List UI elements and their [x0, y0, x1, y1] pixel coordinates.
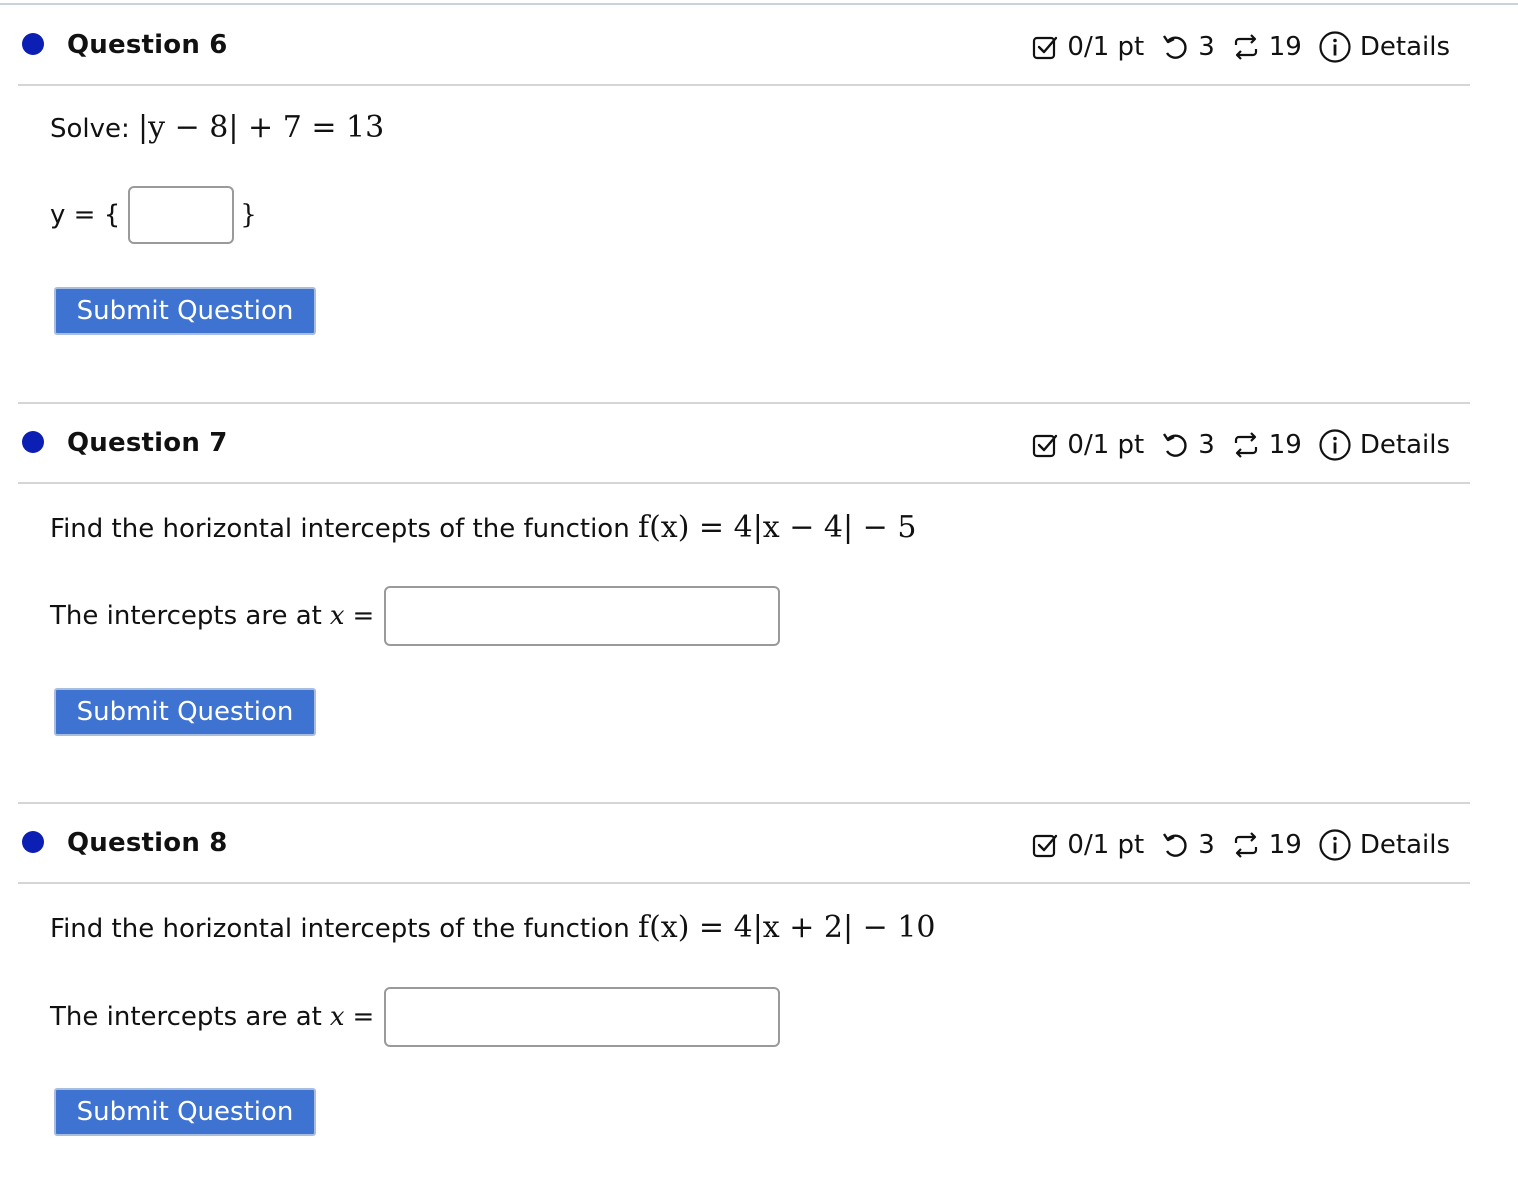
answer-line: The intercepts are at x = — [50, 586, 781, 646]
answer-suffix: } — [240, 200, 257, 230]
answer-prefix: The intercepts are at — [50, 1002, 322, 1032]
question-prompt: Solve: |y − 8| + 7 = 13 — [50, 110, 384, 145]
undo-icon — [1160, 831, 1190, 859]
info-icon[interactable] — [1318, 828, 1352, 862]
answer-prefix: y = { — [50, 200, 121, 230]
prompt-math: |y − 8| + 7 = 13 — [138, 110, 385, 145]
details-link[interactable]: Details — [1360, 430, 1450, 460]
retries-count: 3 — [1198, 32, 1215, 62]
details-link[interactable]: Details — [1360, 830, 1450, 860]
prompt-label: Find the horizontal intercepts of the fu… — [50, 914, 630, 944]
question-meta: 0/1 pt 3 19 Details — [1031, 428, 1450, 462]
question-meta: 0/1 pt 3 19 Details — [1031, 828, 1450, 862]
question-7: Question 7 0/1 pt 3 19 Details Find the … — [18, 402, 1470, 804]
score-text: 0/1 pt — [1067, 32, 1145, 62]
answer-variable: x — [329, 1002, 345, 1032]
question-header: Question 8 0/1 pt 3 19 Details — [18, 802, 1470, 884]
prompt-label: Solve: — [50, 114, 130, 144]
check-square-icon — [1031, 431, 1059, 459]
check-square-icon — [1031, 831, 1059, 859]
question-6: Question 6 0/1 pt 3 19 Details Solve: |y… — [18, 6, 1470, 406]
answer-line: The intercepts are at x = — [50, 987, 781, 1047]
status-dot — [22, 33, 44, 55]
question-header: Question 7 0/1 pt 3 19 Details — [18, 402, 1470, 484]
question-header: Question 6 0/1 pt 3 19 Details — [18, 6, 1470, 86]
repeat-icon — [1231, 431, 1261, 459]
score-text: 0/1 pt — [1067, 430, 1145, 460]
question-meta: 0/1 pt 3 19 Details — [1031, 30, 1450, 64]
retries-count: 3 — [1198, 830, 1215, 860]
question-title: Question 6 — [67, 30, 228, 60]
submit-question-button[interactable]: Submit Question — [54, 287, 316, 335]
answer-equals: = — [352, 601, 375, 631]
answer-variable: x — [329, 601, 345, 631]
attempts-count: 19 — [1268, 430, 1302, 460]
submit-question-button[interactable]: Submit Question — [54, 1088, 316, 1136]
info-icon[interactable] — [1318, 30, 1352, 64]
check-square-icon — [1031, 33, 1059, 61]
score-text: 0/1 pt — [1067, 830, 1145, 860]
attempts-count: 19 — [1268, 830, 1302, 860]
answer-input[interactable] — [128, 186, 235, 244]
question-8: Question 8 0/1 pt 3 19 Details Find the … — [18, 802, 1470, 1204]
question-prompt: Find the horizontal intercepts of the fu… — [50, 910, 936, 945]
status-dot — [22, 431, 44, 453]
submit-question-button[interactable]: Submit Question — [54, 688, 316, 736]
repeat-icon — [1231, 831, 1261, 859]
prompt-label: Find the horizontal intercepts of the fu… — [50, 514, 630, 544]
info-icon[interactable] — [1318, 428, 1352, 462]
question-title: Question 7 — [67, 428, 228, 458]
repeat-icon — [1231, 33, 1261, 61]
answer-equals: = — [352, 1002, 375, 1032]
details-link[interactable]: Details — [1360, 32, 1450, 62]
status-dot — [22, 831, 44, 853]
retries-count: 3 — [1198, 430, 1215, 460]
attempts-count: 19 — [1268, 32, 1302, 62]
undo-icon — [1160, 33, 1190, 61]
answer-input[interactable] — [384, 987, 781, 1047]
prompt-math: f(x) = 4|x − 4| − 5 — [637, 510, 917, 545]
page-top-rule — [0, 3, 1518, 5]
answer-prefix: The intercepts are at — [50, 601, 322, 631]
answer-line: y = { } — [50, 186, 257, 244]
question-title: Question 8 — [67, 828, 228, 858]
undo-icon — [1160, 431, 1190, 459]
prompt-math: f(x) = 4|x + 2| − 10 — [637, 910, 936, 945]
question-prompt: Find the horizontal intercepts of the fu… — [50, 510, 916, 545]
answer-input[interactable] — [384, 586, 781, 646]
